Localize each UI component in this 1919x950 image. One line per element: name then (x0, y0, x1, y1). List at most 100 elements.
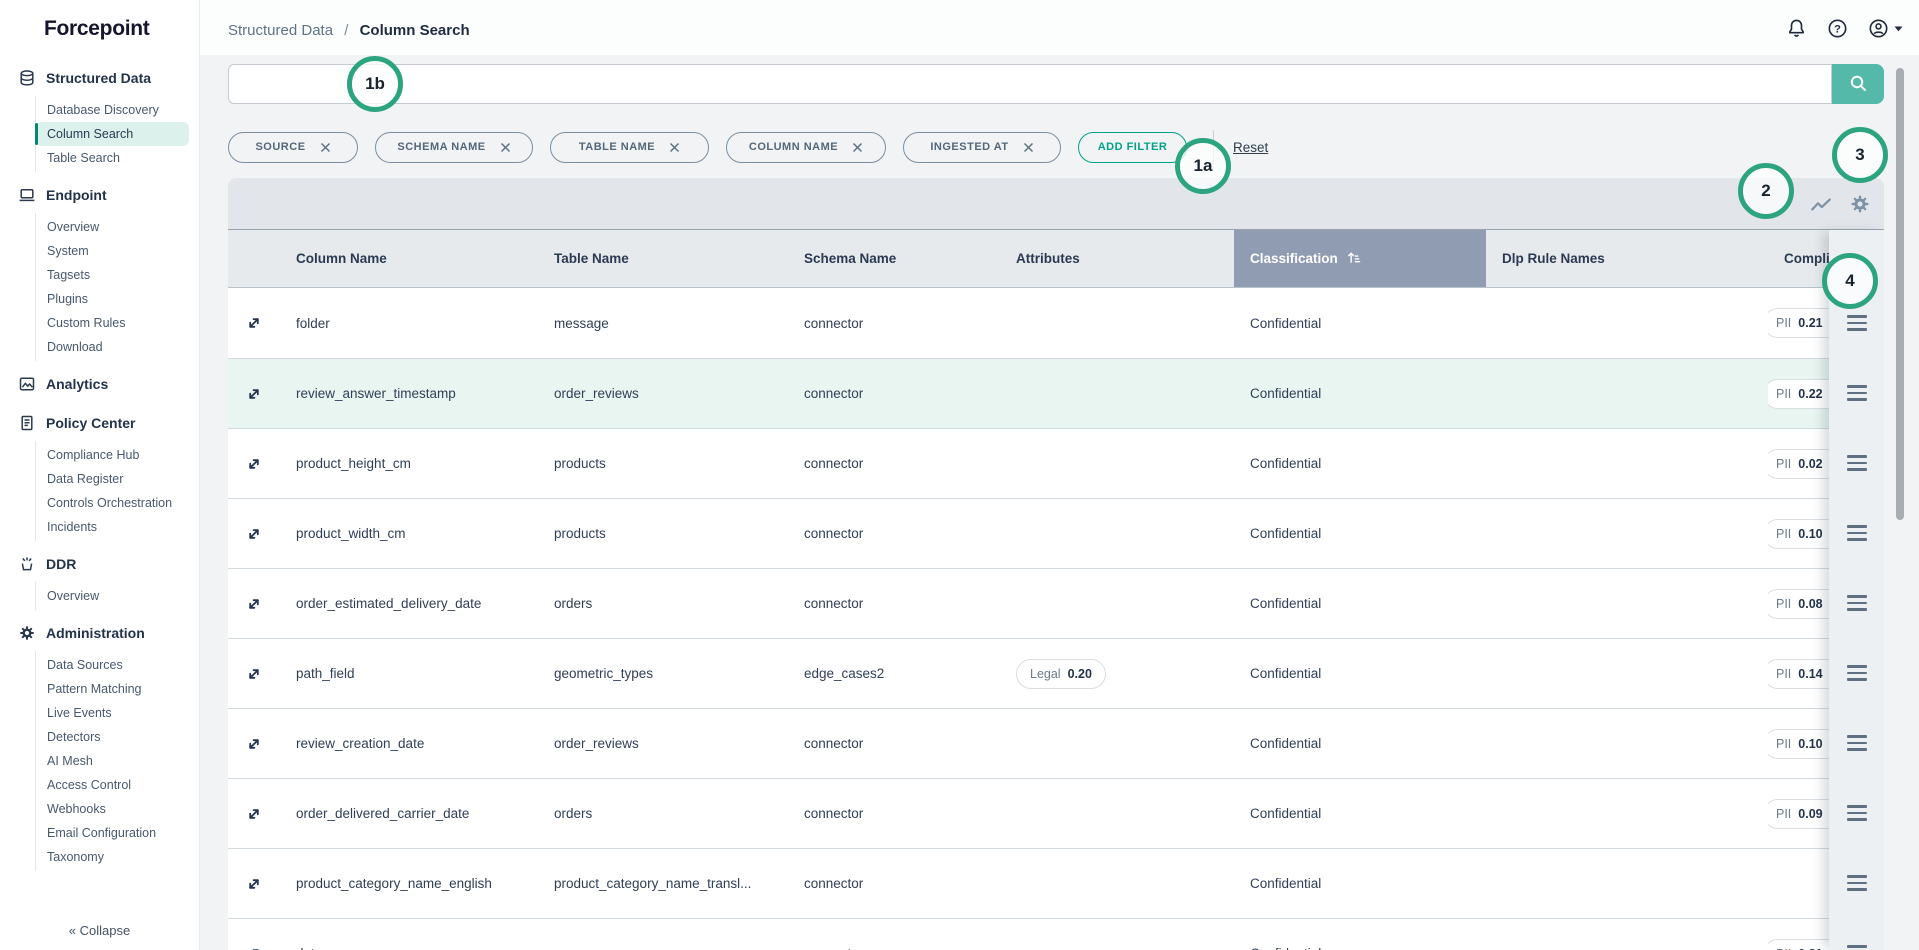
search-button[interactable] (1832, 64, 1884, 104)
sidebar-item-pattern-matching[interactable]: Pattern Matching (36, 677, 189, 701)
sidebar-item-plugins[interactable]: Plugins (36, 287, 189, 311)
sidebar-item-tagsets[interactable]: Tagsets (36, 263, 189, 287)
table-row[interactable]: path_field geometric_types edge_cases2 L… (228, 638, 1884, 708)
sidebar-item-database-discovery[interactable]: Database Discovery (36, 98, 189, 122)
cell-column-name: folder (280, 288, 538, 358)
breadcrumb-parent[interactable]: Structured Data (228, 22, 333, 39)
expand-icon[interactable] (245, 945, 263, 950)
row-menu-icon[interactable] (1847, 943, 1867, 950)
expand-icon[interactable] (245, 385, 263, 403)
table-row-highlighted[interactable]: review_answer_timestamp order_reviews co… (228, 358, 1884, 428)
sidebar-section-endpoint[interactable]: Endpoint (0, 179, 199, 211)
table-row[interactable]: review_creation_date order_reviews conne… (228, 708, 1884, 778)
header-classification-sorted[interactable]: Classification (1234, 230, 1486, 287)
sidebar-item-detectors[interactable]: Detectors (36, 725, 189, 749)
sort-ascending-icon (1346, 250, 1361, 268)
search-input[interactable] (228, 64, 1832, 104)
sidebar-item-compliance-hub[interactable]: Compliance Hub (36, 443, 189, 467)
row-menu-icon[interactable] (1847, 313, 1867, 333)
row-menu-icon[interactable] (1847, 383, 1867, 403)
expand-icon[interactable] (245, 455, 263, 473)
sidebar-section-structured-data[interactable]: Structured Data (0, 62, 199, 94)
account-icon[interactable] (1868, 18, 1903, 39)
expand-icon[interactable] (245, 665, 263, 683)
cell-column-name: date (280, 919, 538, 950)
row-menu-icon[interactable] (1847, 803, 1867, 823)
filter-chip-schema-name[interactable]: SCHEMA NAME (375, 132, 533, 163)
sidebar-item-taxonomy[interactable]: Taxonomy (36, 845, 189, 869)
header-table-name[interactable]: Table Name (538, 230, 788, 287)
table-row[interactable]: order_delivered_carrier_date orders conn… (228, 778, 1884, 848)
filter-chip-ingested-at[interactable]: INGESTED AT (903, 132, 1061, 163)
expand-icon[interactable] (245, 525, 263, 543)
filter-chip-column-name[interactable]: COLUMN NAME (726, 132, 886, 163)
close-icon[interactable] (852, 142, 863, 153)
reset-link[interactable]: Reset (1233, 140, 1268, 155)
expand-icon[interactable] (245, 314, 263, 332)
table-row[interactable]: product_height_cm products connector Con… (228, 428, 1884, 498)
sidebar-item-data-sources[interactable]: Data Sources (36, 653, 189, 677)
row-menu-icon[interactable] (1847, 523, 1867, 543)
close-icon[interactable] (1023, 142, 1034, 153)
sidebar-item-download[interactable]: Download (36, 335, 189, 359)
bell-icon[interactable] (1786, 18, 1807, 39)
table-row[interactable]: order_estimated_delivery_date orders con… (228, 568, 1884, 638)
help-icon[interactable]: ? (1827, 18, 1848, 39)
row-menu-icon[interactable] (1847, 663, 1867, 683)
vertical-scrollbar[interactable] (1896, 68, 1904, 520)
filter-chip-source[interactable]: SOURCE (228, 132, 358, 163)
close-icon[interactable] (500, 142, 511, 153)
table-row-partial[interactable]: date connector Confidential PII0.21 (228, 918, 1884, 950)
sidebar-item-custom-rules[interactable]: Custom Rules (36, 311, 189, 335)
sidebar-item-ddr-overview[interactable]: Overview (36, 584, 189, 608)
expand-icon[interactable] (245, 595, 263, 613)
cell-classification: Confidential (1234, 639, 1486, 708)
sidebar-item-webhooks[interactable]: Webhooks (36, 797, 189, 821)
row-menu-icon[interactable] (1847, 593, 1867, 613)
cell-dlp-rule-names (1486, 709, 1768, 778)
table-row[interactable]: product_category_name_english product_ca… (228, 848, 1884, 918)
expand-icon[interactable] (245, 735, 263, 753)
header-column-name[interactable]: Column Name (280, 230, 538, 287)
row-menu-icon[interactable] (1847, 733, 1867, 753)
close-icon[interactable] (669, 142, 680, 153)
table-row[interactable]: folder message connector Confidential PI… (228, 288, 1884, 358)
expand-icon[interactable] (245, 875, 263, 893)
filter-chip-table-name[interactable]: TABLE NAME (550, 132, 709, 163)
sidebar-section-analytics[interactable]: Analytics (0, 368, 199, 400)
sidebar-section-policy-center[interactable]: Policy Center (0, 407, 199, 439)
sidebar-item-incidents[interactable]: Incidents (36, 515, 189, 539)
sidebar-item-system[interactable]: System (36, 239, 189, 263)
sidebar-item-overview[interactable]: Overview (36, 215, 189, 239)
sidebar-section-administration[interactable]: Administration (0, 617, 199, 649)
header-attributes[interactable]: Attributes (1000, 230, 1234, 287)
sidebar-item-table-search[interactable]: Table Search (36, 146, 189, 170)
table-row[interactable]: product_width_cm products connector Conf… (228, 498, 1884, 568)
add-filter-button[interactable]: ADD FILTER (1078, 132, 1187, 163)
cell-attributes (1000, 919, 1234, 950)
trend-icon[interactable] (1810, 195, 1832, 213)
row-menu-icon[interactable] (1847, 453, 1867, 473)
sidebar-item-column-search[interactable]: Column Search (36, 122, 189, 146)
header-schema-name[interactable]: Schema Name (788, 230, 1000, 287)
cell-dlp-rule-names (1486, 429, 1768, 498)
cell-dlp-rule-names (1486, 359, 1768, 428)
expand-icon[interactable] (245, 805, 263, 823)
sidebar-item-live-events[interactable]: Live Events (36, 701, 189, 725)
close-icon[interactable] (320, 142, 331, 153)
gear-icon[interactable] (1849, 193, 1871, 215)
header-dlp-rule-names[interactable]: Dlp Rule Names (1486, 230, 1768, 287)
collapse-button[interactable]: « Collapse (0, 923, 199, 938)
sidebar-section-ddr[interactable]: DDR (0, 548, 199, 580)
sidebar-item-data-register[interactable]: Data Register (36, 467, 189, 491)
annotation-circle-4: 4 (1822, 253, 1878, 309)
annotation-circle-1b: 1b (347, 56, 403, 112)
sidebar-item-email-configuration[interactable]: Email Configuration (36, 821, 189, 845)
sidebar-item-controls-orchestration[interactable]: Controls Orchestration (36, 491, 189, 515)
sidebar-item-access-control[interactable]: Access Control (36, 773, 189, 797)
cell-classification: Confidential (1234, 499, 1486, 568)
forcepoint-logo: Forcepoint (0, 0, 199, 47)
sidebar-item-ai-mesh[interactable]: AI Mesh (36, 749, 189, 773)
row-menu-icon[interactable] (1847, 873, 1867, 893)
breadcrumb-current: Column Search (360, 22, 470, 39)
